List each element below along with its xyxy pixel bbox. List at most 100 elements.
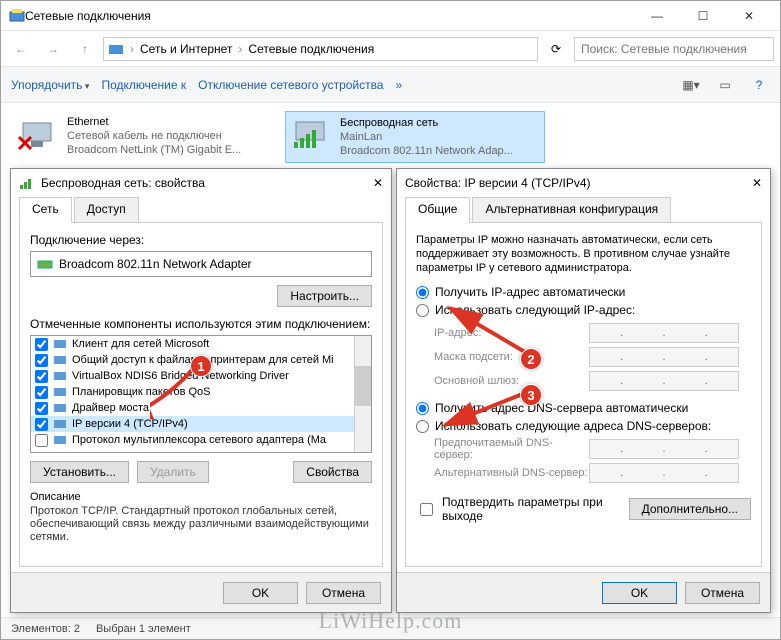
component-label: Клиент для сетей Microsoft — [72, 338, 209, 350]
adapter-field: Broadcom 802.11n Network Adapter — [30, 251, 372, 277]
item-status: Сетевой кабель не подключен — [67, 129, 241, 143]
radio-input[interactable] — [416, 286, 429, 299]
back-button[interactable]: ← — [7, 35, 35, 63]
component-label: Планировщик пакетов QoS — [72, 386, 211, 398]
dns2-input: . . . — [589, 463, 739, 483]
checkbox-input[interactable] — [420, 503, 433, 516]
tab-general[interactable]: Общие — [405, 197, 470, 223]
component-checkbox[interactable] — [35, 338, 48, 351]
up-button[interactable]: ↑ — [71, 35, 99, 63]
ok-button[interactable]: OK — [223, 582, 298, 604]
radio-auto-ip[interactable]: Получить IP-адрес автоматически — [416, 285, 751, 299]
watermark: LiWiHelp.com — [319, 608, 463, 634]
confirm-on-exit[interactable]: Подтвердить параметры при выходе Дополни… — [416, 495, 751, 523]
component-checkbox[interactable] — [35, 370, 48, 383]
component-item[interactable]: Драйвер моста — [31, 400, 371, 416]
component-label: Протокол мультиплексора сетевого адаптер… — [72, 434, 326, 446]
dialog-titlebar: Свойства: IP версии 4 (TCP/IPv4) ✕ — [397, 169, 770, 197]
radio-input[interactable] — [416, 402, 429, 415]
breadcrumb-part[interactable]: Сетевые подключения — [248, 42, 374, 56]
refresh-button[interactable]: ⟳ — [542, 42, 570, 56]
wireless-properties-dialog: Беспроводная сеть: свойства ✕ Сеть Досту… — [10, 168, 392, 613]
component-label: Драйвер моста — [72, 402, 149, 414]
component-checkbox[interactable] — [35, 354, 48, 367]
search-input[interactable] — [574, 37, 774, 61]
radio-input[interactable] — [416, 304, 429, 317]
ethernet-icon — [17, 115, 57, 155]
content-area: Ethernet Сетевой кабель не подключен Bro… — [1, 103, 780, 171]
dns1-label: Предпочитаемый DNS-сервер: — [434, 437, 589, 461]
radio-input[interactable] — [416, 420, 429, 433]
window-title: Сетевые подключения — [25, 9, 634, 23]
component-icon — [52, 368, 68, 384]
annotation-badge-1: 1 — [190, 355, 212, 377]
close-button[interactable]: ✕ — [726, 1, 772, 31]
maximize-button[interactable]: ☐ — [680, 1, 726, 31]
preview-icon[interactable]: ▭ — [714, 74, 736, 96]
view-icon[interactable]: ▦▾ — [680, 74, 702, 96]
wifi-small-icon — [19, 175, 35, 191]
adapter-icon — [37, 256, 53, 272]
dialog-footer: OK Отмена — [11, 572, 391, 612]
connect-to-menu[interactable]: Подключение к — [101, 78, 186, 92]
item-name: Беспроводная сеть — [340, 116, 513, 130]
item-device: Broadcom 802.11n Network Adap... — [340, 144, 513, 158]
minimize-button[interactable]: — — [634, 1, 680, 31]
component-icon — [52, 400, 68, 416]
component-checkbox[interactable] — [35, 386, 48, 399]
mask-label: Маска подсети: — [434, 351, 589, 363]
component-checkbox[interactable] — [35, 434, 48, 447]
dns2-label: Альтернативный DNS-сервер: — [434, 467, 589, 479]
tab-body: Подключение через: Broadcom 802.11n Netw… — [19, 222, 383, 567]
window-icon — [9, 8, 25, 24]
gateway-label: Основной шлюз: — [434, 375, 589, 387]
folder-icon — [108, 41, 124, 57]
organize-menu[interactable]: Упорядочить — [11, 78, 89, 92]
close-icon[interactable]: ✕ — [752, 176, 762, 190]
cancel-button[interactable]: Отмена — [685, 582, 760, 604]
properties-button[interactable]: Свойства — [293, 461, 372, 483]
configure-button[interactable]: Настроить... — [277, 285, 372, 307]
radio-manual-ip[interactable]: Использовать следующий IP-адрес: — [416, 303, 751, 317]
dns1-input: . . . — [589, 439, 739, 459]
cancel-button[interactable]: Отмена — [306, 582, 381, 604]
component-item[interactable]: Протокол мультиплексора сетевого адаптер… — [31, 432, 371, 448]
ok-button[interactable]: OK — [602, 582, 677, 604]
component-item[interactable]: Планировщик пакетов QoS — [31, 384, 371, 400]
dialog-titlebar: Беспроводная сеть: свойства ✕ — [11, 169, 391, 197]
breadcrumb[interactable]: › Сеть и Интернет › Сетевые подключения — [103, 37, 538, 61]
ipv4-properties-dialog: Свойства: IP версии 4 (TCP/IPv4) ✕ Общие… — [396, 168, 771, 613]
component-checkbox[interactable] — [35, 418, 48, 431]
disable-device-menu[interactable]: Отключение сетевого устройства — [198, 78, 383, 92]
subnet-mask-input: . . . — [589, 347, 739, 367]
ip-label: IP-адрес: — [434, 327, 589, 339]
tab-network[interactable]: Сеть — [19, 197, 72, 223]
remove-button: Удалить — [137, 461, 209, 483]
status-selected: Выбран 1 элемент — [96, 623, 191, 635]
item-status: MainLan — [340, 130, 513, 144]
dialog-title: Беспроводная сеть: свойства — [41, 176, 205, 190]
network-item-ethernet[interactable]: Ethernet Сетевой кабель не подключен Bro… — [13, 111, 273, 163]
component-label: VirtualBox NDIS6 Bridged Networking Driv… — [72, 370, 289, 382]
item-device: Broadcom NetLink (TM) Gigabit E... — [67, 143, 241, 157]
close-icon[interactable]: ✕ — [373, 176, 383, 190]
info-text: Параметры IP можно назначать автоматичес… — [416, 233, 751, 275]
tab-strip: Общие Альтернативная конфигурация — [397, 197, 770, 223]
forward-button[interactable]: → — [39, 35, 67, 63]
tab-access[interactable]: Доступ — [74, 197, 139, 223]
component-item[interactable]: IP версии 4 (TCP/IPv4) — [31, 416, 371, 432]
radio-auto-dns[interactable]: Получить адрес DNS-сервера автоматически — [416, 401, 751, 415]
titlebar: Сетевые подключения — ☐ ✕ — [1, 1, 780, 31]
scrollbar[interactable] — [354, 336, 371, 452]
breadcrumb-part[interactable]: Сеть и Интернет — [140, 42, 232, 56]
help-icon[interactable]: ? — [748, 74, 770, 96]
radio-manual-dns[interactable]: Использовать следующие адреса DNS-сервер… — [416, 419, 751, 433]
component-checkbox[interactable] — [35, 402, 48, 415]
component-list[interactable]: Клиент для сетей MicrosoftОбщий доступ к… — [30, 335, 372, 453]
network-item-wireless[interactable]: Беспроводная сеть MainLan Broadcom 802.1… — [285, 111, 545, 163]
advanced-button[interactable]: Дополнительно... — [629, 498, 751, 520]
dialog-footer: OK Отмена — [397, 572, 770, 612]
component-item[interactable]: Клиент для сетей Microsoft — [31, 336, 371, 352]
install-button[interactable]: Установить... — [30, 461, 129, 483]
tab-alternative[interactable]: Альтернативная конфигурация — [472, 197, 671, 223]
